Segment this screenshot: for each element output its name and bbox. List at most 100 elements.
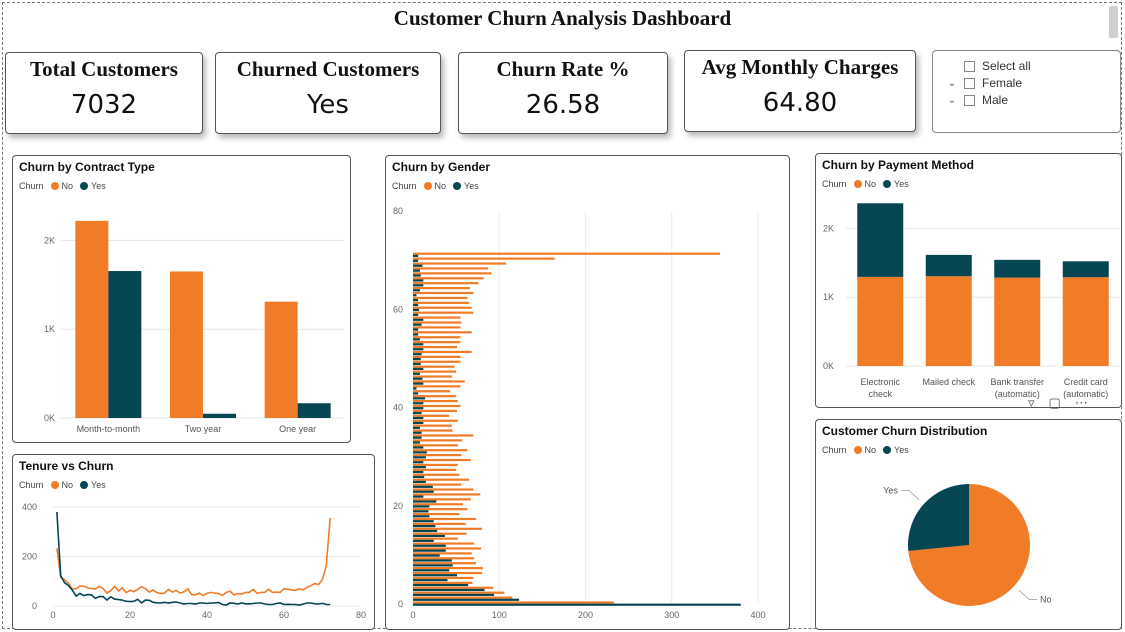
- scrollbar[interactable]: [1109, 6, 1118, 38]
- checkbox[interactable]: [964, 60, 975, 72]
- chevron-down-icon[interactable]: ⌄: [945, 95, 959, 106]
- bar-no: [413, 424, 452, 427]
- slicer-item-female[interactable]: ⌄ Female: [945, 76, 1022, 90]
- slicer-item-male[interactable]: ⌄ Male: [945, 93, 1008, 107]
- bar-no: [413, 454, 462, 457]
- bar-no: [413, 326, 461, 329]
- bar-no: [75, 220, 109, 418]
- bar-no: [413, 345, 457, 349]
- bar-no: [413, 483, 462, 486]
- bar-yes: [413, 495, 424, 498]
- bar-no: [413, 355, 461, 358]
- bar-yes: [413, 500, 437, 503]
- chevron-down-icon[interactable]: ⌄: [945, 78, 959, 89]
- kpi-label: Total Customers: [30, 57, 178, 81]
- bar-yes: [413, 529, 438, 533]
- x-tick-label: One year: [279, 424, 316, 434]
- bar-no: [413, 301, 470, 304]
- bar-yes: [108, 271, 142, 418]
- contract-chart-svg: 0K 1K 2K Month-to-month Two year One year: [44, 220, 345, 434]
- bar-no: [413, 414, 450, 417]
- bar-no: [413, 380, 465, 383]
- slicer-item-select-all[interactable]: Select all: [945, 59, 1031, 73]
- checkbox[interactable]: [964, 77, 975, 89]
- x-tick-label: Two year: [185, 424, 222, 434]
- payment-chart-svg: 0K 1K 2K Electronic check Mailed check Bank tr…: [823, 203, 1120, 399]
- bar-yes: [413, 520, 434, 523]
- bar-no: [413, 562, 476, 565]
- bar-yes: [413, 525, 436, 528]
- checkbox[interactable]: [964, 94, 975, 106]
- y-tick-label: 2K: [44, 235, 55, 245]
- pie-leader-line: [901, 490, 920, 501]
- bar-no: [413, 581, 473, 584]
- bar-no: [413, 508, 468, 511]
- payment-chart-panel[interactable]: Churn by Payment Method Churn No Yes 0K 1…: [815, 153, 1122, 408]
- bar-yes: [203, 413, 236, 418]
- x-tick-label: 0: [410, 610, 415, 620]
- gender-slicer: Select all ⌄ Female ⌄ Male: [932, 50, 1121, 133]
- bar-no: [413, 341, 461, 344]
- bar-no: [413, 282, 479, 285]
- filter-icon[interactable]: ▿: [1028, 395, 1035, 411]
- pie-label-no: No: [1040, 594, 1052, 604]
- bar-yes: [413, 598, 520, 601]
- slicer-item-label: Female: [982, 76, 1023, 90]
- bar-yes: [413, 549, 446, 552]
- bar-no: [413, 316, 461, 319]
- bar-yes: [413, 387, 417, 390]
- bar-no: [413, 360, 461, 363]
- gender-chart-panel[interactable]: Churn by Gender Churn No Yes 0 100 200 300 4…: [385, 155, 790, 630]
- kpi-label: Churn Rate %: [496, 57, 630, 81]
- focus-mode-icon[interactable]: ▢: [1049, 395, 1061, 411]
- bar-yes: [413, 323, 422, 326]
- bar-no: [413, 576, 474, 580]
- bar-no: [413, 385, 461, 388]
- bar-no: [413, 395, 457, 398]
- bar-yes: [413, 490, 434, 493]
- bar-yes: [413, 475, 425, 479]
- more-options-icon[interactable]: ⋯: [1075, 395, 1088, 411]
- kpi-label: Churned Customers: [236, 57, 420, 81]
- y-tick-label: 0K: [823, 361, 834, 371]
- bar-no: [1062, 277, 1109, 366]
- kpi-value: Yes: [307, 90, 349, 120]
- bar-yes: [297, 403, 331, 418]
- bar-yes: [413, 377, 423, 380]
- x-tick-label: check: [868, 389, 892, 399]
- y-tick-label: 0: [32, 601, 37, 611]
- bar-yes: [413, 357, 421, 361]
- bar-no: [413, 586, 494, 589]
- bar-yes: [413, 274, 421, 277]
- x-tick-label: 400: [750, 610, 765, 620]
- visual-header-icons: ▿ ▢ ⋯: [1028, 395, 1088, 411]
- bar-yes: [413, 338, 420, 341]
- bar-no: [413, 365, 455, 368]
- bar-no: [413, 375, 452, 378]
- bar-yes: [925, 254, 972, 277]
- bar-yes: [413, 264, 423, 267]
- bar-no: [413, 488, 474, 491]
- bar-no: [170, 271, 203, 418]
- x-tick-label: 80: [356, 610, 366, 620]
- bar-yes: [413, 353, 422, 356]
- tenure-chart-panel[interactable]: Tenure vs Churn Churn No Yes 0 200 400 0 20 4…: [12, 454, 375, 630]
- bar-no: [413, 409, 457, 413]
- bar-yes: [413, 485, 433, 488]
- x-tick-label: Electronic: [860, 377, 900, 387]
- bar-no: [413, 287, 470, 290]
- bar-no: [413, 257, 555, 260]
- bar-yes: [413, 402, 424, 405]
- distribution-chart-panel[interactable]: Customer Churn Distribution Churn No Yes…: [815, 419, 1122, 630]
- bar-yes: [413, 544, 446, 547]
- bar-no: [413, 591, 505, 594]
- pie-label-yes: Yes: [883, 486, 898, 496]
- bar-no: [413, 311, 474, 314]
- contract-chart-panel[interactable]: Churn by Contract Type Churn No Yes 0K 1K…: [12, 155, 351, 443]
- bar-no: [413, 527, 482, 530]
- bar-no: [413, 277, 484, 280]
- line-series-yes: [56, 511, 331, 606]
- x-tick-label: 300: [664, 610, 679, 620]
- bar-no: [413, 429, 453, 432]
- bar-yes: [413, 426, 420, 429]
